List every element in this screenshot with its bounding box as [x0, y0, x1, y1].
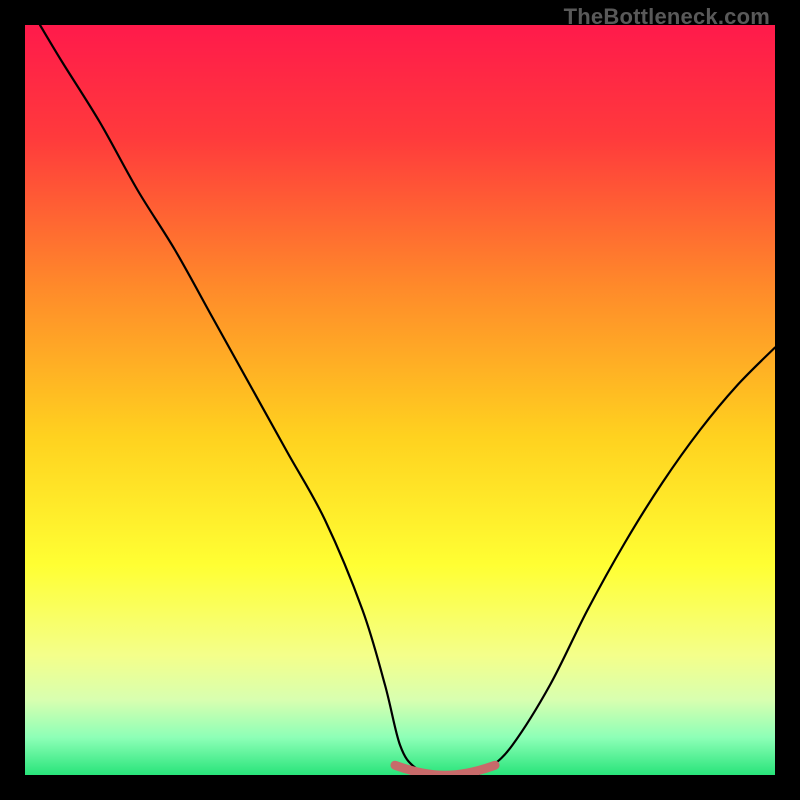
- chart-frame: TheBottleneck.com: [0, 0, 800, 800]
- gradient-background: [25, 25, 775, 775]
- bottleneck-chart: [25, 25, 775, 775]
- plot-area: [25, 25, 775, 775]
